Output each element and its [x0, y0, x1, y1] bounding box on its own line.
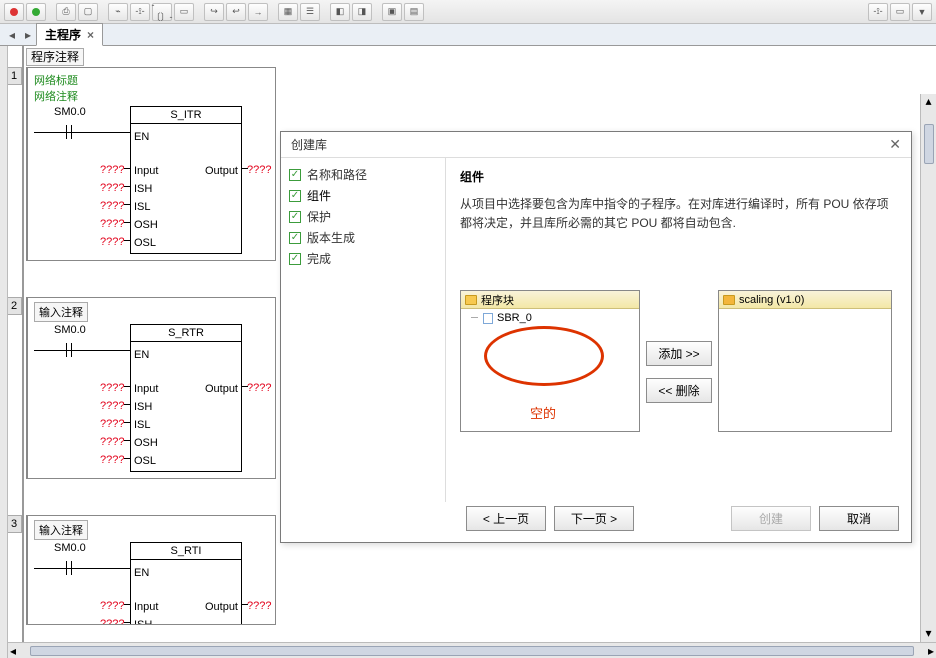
- main-toolbar: ⎙ ▢ ⌁ -⟟- -〔〕- ▭ ↪ ↩ → ▦ ☰ ◧ ◨ ▣ ▤ -⟟- ▭…: [0, 0, 936, 24]
- program-comment[interactable]: 程序注释: [26, 48, 936, 65]
- scroll-up-icon[interactable]: ▴: [925, 94, 931, 108]
- tab-label: 主程序: [45, 26, 81, 43]
- dialog-content: 组件 从项目中选择要包含为库中指令的子程序。在对库进行编译时，所有 POU 依存…: [446, 158, 911, 502]
- check-icon: ✓: [289, 169, 301, 181]
- vertical-scrollbar[interactable]: ▴ ▾: [920, 94, 936, 642]
- network-title[interactable]: 网络标题: [34, 72, 269, 88]
- add-button[interactable]: 添加 >>: [646, 341, 712, 366]
- scroll-left-icon[interactable]: ◂: [10, 644, 16, 658]
- toolbar-btn[interactable]: -⟟-: [868, 3, 888, 21]
- scroll-down-icon[interactable]: ▾: [925, 626, 931, 640]
- tab-close-icon[interactable]: ×: [87, 28, 94, 42]
- toolbar-btn[interactable]: →: [248, 3, 268, 21]
- function-block[interactable]: S_RTR EN Input ISH ISL OSH OSL Output: [130, 324, 242, 472]
- contact-no[interactable]: [62, 342, 76, 358]
- tab-scroll-left[interactable]: ◂: [4, 25, 20, 45]
- toolbar-btn[interactable]: ☰: [300, 3, 320, 21]
- dialog-close-icon[interactable]: ✕: [885, 136, 905, 153]
- toolbar-btn[interactable]: ▭: [174, 3, 194, 21]
- toolbar-btn[interactable]: ▭: [890, 3, 910, 21]
- cancel-button[interactable]: 取消: [819, 506, 899, 531]
- dialog-footer: < 上一页 下一页 > 创建 取消: [281, 502, 911, 542]
- toolbar-btn[interactable]: ⎙: [56, 3, 76, 21]
- tree-item-sbr0[interactable]: SBR_0: [461, 309, 639, 327]
- network-number[interactable]: 3: [8, 515, 22, 533]
- toolbar-btn[interactable]: -〔〕-: [152, 3, 172, 21]
- toolbar-btn[interactable]: ▤: [404, 3, 424, 21]
- scroll-thumb[interactable]: [924, 124, 934, 164]
- contact-no[interactable]: [62, 560, 76, 576]
- toolbar-btn[interactable]: ▣: [382, 3, 402, 21]
- tab-scroll-right[interactable]: ▸: [20, 25, 36, 45]
- toolbar-btn[interactable]: ◧: [330, 3, 350, 21]
- nav-step-name-path[interactable]: ✓名称和路径: [289, 164, 437, 185]
- toolbar-btn[interactable]: [4, 3, 24, 21]
- tab-main-program[interactable]: 主程序 ×: [36, 23, 103, 46]
- network-title[interactable]: 输入注释: [34, 302, 88, 322]
- source-list-header: 程序块: [461, 291, 639, 309]
- network-number[interactable]: 1: [8, 67, 22, 85]
- toolbar-btn[interactable]: -⟟-: [130, 3, 150, 21]
- toolbar-btn[interactable]: ↩: [226, 3, 246, 21]
- network-title[interactable]: 输入注释: [34, 520, 88, 540]
- toolbar-btn[interactable]: ▦: [278, 3, 298, 21]
- toolbar-btn[interactable]: ◨: [352, 3, 372, 21]
- target-list-header: scaling (v1.0): [719, 291, 891, 309]
- source-list[interactable]: 程序块 SBR_0: [460, 290, 640, 432]
- next-button[interactable]: 下一页 >: [554, 506, 634, 531]
- function-block[interactable]: S_RTI EN Input ISH Output: [130, 542, 242, 625]
- check-icon: ✓: [289, 232, 301, 244]
- scroll-right-icon[interactable]: ▸: [928, 644, 934, 658]
- ladder-rung: SM0.0 S_ITR EN Input ISH ISL OSH OSL Out…: [34, 106, 269, 256]
- ladder-rung: SM0.0 S_RTI EN Input ISH Output ???? ???…: [34, 542, 269, 625]
- dialog-titlebar[interactable]: 创建库 ✕: [281, 132, 911, 158]
- network-comment[interactable]: 网络注释: [34, 88, 269, 104]
- editor-tab-bar: ◂ ▸ 主程序 ×: [0, 24, 936, 46]
- remove-button[interactable]: << 删除: [646, 378, 712, 403]
- section-description: 从项目中选择要包含为库中指令的子程序。在对库进行编译时，所有 POU 依存项都将…: [460, 195, 897, 233]
- toolbar-btn[interactable]: ▢: [78, 3, 98, 21]
- nav-step-finish[interactable]: ✓完成: [289, 248, 437, 269]
- prev-button[interactable]: < 上一页: [466, 506, 546, 531]
- toolbar-btn[interactable]: ▼: [912, 3, 932, 21]
- nav-step-protect[interactable]: ✓保护: [289, 206, 437, 227]
- page-icon: [483, 313, 493, 324]
- contact-no[interactable]: [62, 124, 76, 140]
- ladder-rung: SM0.0 S_RTR EN Input ISH ISL OSH OSL Out…: [34, 324, 269, 474]
- toolbar-btn[interactable]: ⌁: [108, 3, 128, 21]
- horizontal-scrollbar[interactable]: ◂ ▸: [8, 642, 936, 658]
- dialog-title: 创建库: [291, 136, 327, 153]
- toolbar-btn[interactable]: ↪: [204, 3, 224, 21]
- create-button[interactable]: 创建: [731, 506, 811, 531]
- nav-step-components[interactable]: ✓组件: [289, 185, 437, 206]
- check-icon: ✓: [289, 211, 301, 223]
- function-block[interactable]: S_ITR EN Input ISH ISL OSH OSL Output: [130, 106, 242, 254]
- folder-icon: [465, 295, 477, 305]
- create-library-dialog: 创建库 ✕ ✓名称和路径 ✓组件 ✓保护 ✓版本生成 ✓完成 组件 从项目中选择…: [280, 131, 912, 543]
- section-title: 组件: [460, 168, 897, 185]
- check-icon: ✓: [289, 253, 301, 265]
- target-list[interactable]: scaling (v1.0): [718, 290, 892, 432]
- scroll-thumb[interactable]: [30, 646, 914, 656]
- nav-step-version[interactable]: ✓版本生成: [289, 227, 437, 248]
- check-icon: ✓: [289, 190, 301, 202]
- network-number[interactable]: 2: [8, 297, 22, 315]
- toolbar-btn[interactable]: [26, 3, 46, 21]
- dialog-nav: ✓名称和路径 ✓组件 ✓保护 ✓版本生成 ✓完成: [281, 158, 446, 502]
- folder-icon: [723, 295, 735, 305]
- side-gutter: [0, 46, 8, 658]
